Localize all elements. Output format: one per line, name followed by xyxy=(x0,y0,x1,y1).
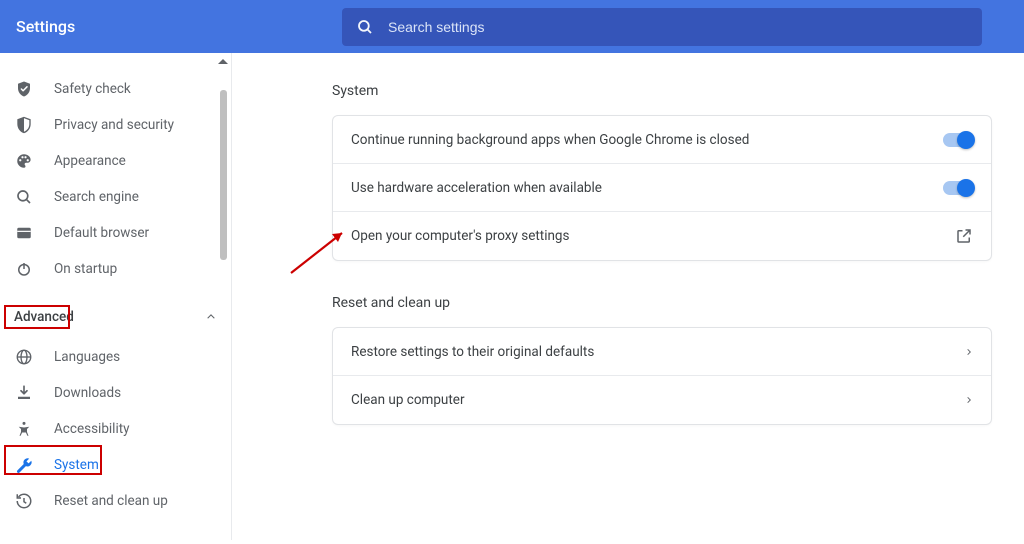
external-link-icon xyxy=(955,227,973,245)
sidebar-item-label: Languages xyxy=(54,349,231,365)
sidebar-item-downloads[interactable]: Downloads xyxy=(0,375,231,411)
sidebar-item-search-engine[interactable]: Search engine xyxy=(0,179,231,215)
sidebar-item-label: Reset and clean up xyxy=(54,493,231,509)
scroll-up-arrow-icon xyxy=(218,59,228,64)
shield-half-icon xyxy=(14,115,34,135)
sidebar-item-system[interactable]: System xyxy=(0,447,231,483)
row-proxy-settings[interactable]: Open your computer's proxy settings xyxy=(333,212,991,260)
chevron-right-icon xyxy=(965,394,973,406)
row-hardware-accel[interactable]: Use hardware acceleration when available xyxy=(333,164,991,212)
sidebar-item-label: Accessibility xyxy=(54,421,231,437)
row-background-apps[interactable]: Continue running background apps when Go… xyxy=(333,116,991,164)
sidebar-item-on-startup[interactable]: On startup xyxy=(0,251,231,287)
main-content: System Continue running background apps … xyxy=(232,53,1024,540)
search-input[interactable] xyxy=(388,19,968,35)
sidebar-item-privacy[interactable]: Privacy and security xyxy=(0,107,231,143)
row-label: Continue running background apps when Go… xyxy=(351,132,943,148)
row-label: Restore settings to their original defau… xyxy=(351,344,965,360)
page-title: Settings xyxy=(16,17,336,36)
sidebar-item-label: Safety check xyxy=(54,81,231,97)
sidebar-item-languages[interactable]: Languages xyxy=(0,339,231,375)
history-icon xyxy=(14,491,34,511)
search-box[interactable] xyxy=(342,8,982,46)
reset-card: Restore settings to their original defau… xyxy=(332,327,992,425)
header: Settings xyxy=(0,0,1024,53)
download-icon xyxy=(14,383,34,403)
sidebar-item-label: Downloads xyxy=(54,385,231,401)
sidebar-item-label: On startup xyxy=(54,261,231,277)
row-restore-defaults[interactable]: Restore settings to their original defau… xyxy=(333,328,991,376)
section-title-reset: Reset and clean up xyxy=(332,295,992,311)
system-card: Continue running background apps when Go… xyxy=(332,115,992,261)
sidebar: Safety check Privacy and security Appear… xyxy=(0,53,232,540)
shield-check-icon xyxy=(14,79,34,99)
search-icon xyxy=(356,18,374,36)
sidebar-item-reset[interactable]: Reset and clean up xyxy=(0,483,231,519)
power-icon xyxy=(14,259,34,279)
sidebar-item-appearance[interactable]: Appearance xyxy=(0,143,231,179)
toggle-background-apps[interactable] xyxy=(943,133,973,147)
sidebar-item-label: System xyxy=(54,457,231,473)
row-label: Clean up computer xyxy=(351,392,965,408)
sidebar-item-safety-check[interactable]: Safety check xyxy=(0,71,231,107)
wrench-icon xyxy=(14,455,34,475)
sidebar-section-label: Advanced xyxy=(14,309,201,325)
row-label: Use hardware acceleration when available xyxy=(351,180,943,196)
section-title-system: System xyxy=(332,83,992,99)
row-cleanup-computer[interactable]: Clean up computer xyxy=(333,376,991,424)
globe-icon xyxy=(14,347,34,367)
sidebar-item-label: Search engine xyxy=(54,189,231,205)
row-label: Open your computer's proxy settings xyxy=(351,228,955,244)
chevron-right-icon xyxy=(965,346,973,358)
sidebar-item-label: Default browser xyxy=(54,225,231,241)
chevron-up-icon xyxy=(201,312,221,322)
sidebar-item-label: Appearance xyxy=(54,153,231,169)
palette-icon xyxy=(14,151,34,171)
sidebar-item-accessibility[interactable]: Accessibility xyxy=(0,411,231,447)
sidebar-item-default-browser[interactable]: Default browser xyxy=(0,215,231,251)
browser-icon xyxy=(14,223,34,243)
sidebar-item-label: Privacy and security xyxy=(54,117,231,133)
magnifier-icon xyxy=(14,187,34,207)
accessibility-icon xyxy=(14,419,34,439)
toggle-hardware-accel[interactable] xyxy=(943,181,973,195)
sidebar-section-advanced[interactable]: Advanced xyxy=(0,299,231,335)
